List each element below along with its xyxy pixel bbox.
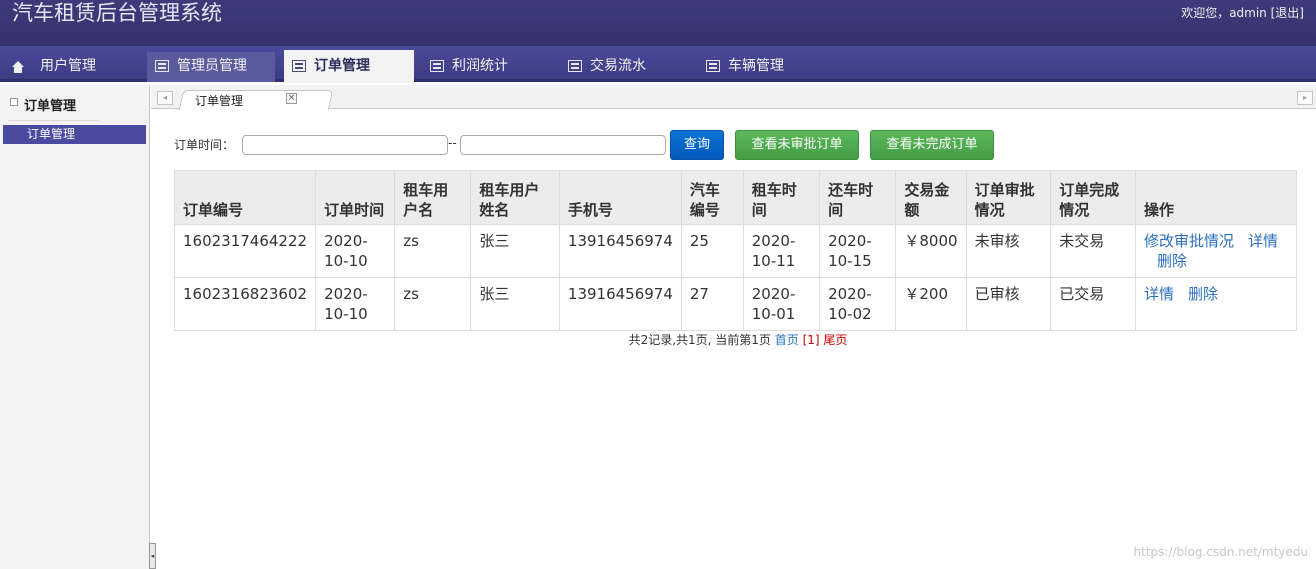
collapse-box-icon [10, 98, 18, 106]
nav-item-label: 车辆管理 [728, 58, 784, 74]
sidebar-title-label: 订单管理 [24, 99, 77, 114]
column-header: 租车用户名 [394, 170, 472, 225]
details-link[interactable]: 详情 [1144, 285, 1174, 303]
welcome-text: 欢迎您，admin [1181, 6, 1267, 20]
completion-cell: 已交易 [1050, 277, 1136, 331]
name-cell: 张三 [470, 277, 560, 331]
app-header: 汽车租赁后台管理系统 欢迎您，admin [退出] [0, 0, 1316, 46]
approval-cell: 已审核 [965, 277, 1052, 331]
list-icon [155, 60, 169, 72]
list-icon [706, 60, 720, 72]
first-page-link[interactable]: 首页 [775, 333, 799, 347]
main-nav: 用户管理 管理员管理 订单管理 利润统计 交易流水 车辆管理 [0, 46, 1316, 83]
last-page-link[interactable]: 尾页 [823, 333, 847, 347]
phone-cell: 13916456974 [558, 224, 682, 278]
tab-label: 订单管理 [195, 94, 244, 108]
column-header: 交易金额 [895, 170, 967, 225]
nav-item-label: 订单管理 [314, 58, 370, 74]
column-header: 订单编号 [173, 170, 317, 225]
nav-item-profit-stats[interactable]: 利润统计 [422, 52, 552, 82]
column-header: 租车用户姓名 [470, 170, 560, 225]
approval-cell: 未审核 [965, 224, 1052, 278]
current-page: [1] [802, 333, 820, 347]
order-time-cell: 2020-10-10 [315, 277, 396, 331]
list-icon [292, 60, 306, 72]
list-icon [568, 60, 582, 72]
rent-time-cell: 2020-10-01 [742, 277, 821, 331]
orders-table: 订单编号 订单时间 租车用户名 租车用户姓名 手机号 汽车编号 租车时间 还车时… [173, 170, 1298, 331]
sidebar-title[interactable]: 订单管理 [8, 95, 100, 121]
order-time-cell: 2020-10-10 [315, 224, 396, 278]
list-icon [430, 60, 444, 72]
edit-approval-link[interactable]: 修改审批情况 [1144, 232, 1234, 250]
nav-item-label: 管理员管理 [177, 58, 247, 74]
sidebar-item-label: 订单管理 [27, 127, 76, 141]
tab-scroll-right-icon[interactable]: ▸ [1297, 91, 1313, 105]
username-cell: zs [394, 277, 472, 331]
column-header: 操作 [1134, 170, 1298, 225]
order-time-label: 订单时间： [174, 138, 235, 152]
column-header: 订单完成情况 [1050, 170, 1136, 225]
view-unapproved-button[interactable]: 查看未审批订单 [735, 130, 859, 160]
home-icon [12, 61, 24, 73]
amount-cell: ￥200 [895, 277, 967, 331]
actions-cell: 修改审批情况 详情 删除 [1134, 224, 1298, 278]
app-title: 汽车租赁后台管理系统 [12, 1, 222, 25]
sidebar-collapse-handle[interactable]: ◂ [149, 543, 156, 569]
details-link[interactable]: 详情 [1248, 232, 1278, 250]
nav-item-transactions[interactable]: 交易流水 [560, 52, 690, 82]
query-button[interactable]: 查询 [670, 130, 724, 160]
table-row: 1602317464222 2020-10-10 zs 张三 139164569… [173, 224, 1298, 278]
column-header: 汽车编号 [680, 170, 744, 225]
content-tabstrip: ◂ 订单管理 × ▸ [151, 85, 1316, 110]
nav-item-vehicle-management[interactable]: 车辆管理 [698, 52, 828, 82]
pagination: 共2记录,共1页, 当前第1页 首页 [1] 尾页 [0, 331, 1316, 348]
date-separator: -- [448, 136, 457, 150]
delete-link[interactable]: 删除 [1188, 285, 1218, 303]
pagination-summary: 共2记录,共1页, 当前第1页 [628, 333, 771, 347]
order-no-cell: 1602317464222 [173, 224, 317, 278]
table-row: 1602316823602 2020-10-10 zs 张三 139164569… [173, 277, 1298, 331]
column-header: 手机号 [558, 170, 682, 225]
column-header: 订单时间 [315, 170, 396, 225]
actions-cell: 详情 删除 [1134, 277, 1298, 331]
nav-item-order-management[interactable]: 订单管理 [284, 50, 414, 83]
column-header: 租车时间 [742, 170, 821, 225]
end-date-input[interactable] [460, 135, 666, 155]
view-unfinished-button[interactable]: 查看未完成订单 [870, 130, 994, 160]
return-time-cell: 2020-10-02 [819, 277, 897, 331]
nav-item-label: 交易流水 [590, 58, 646, 74]
watermark: https://blog.csdn.net/mtyedu [1133, 545, 1308, 559]
car-no-cell: 27 [680, 277, 744, 331]
nav-item-user-management[interactable]: 用户管理 [0, 52, 140, 82]
sidebar-item-order-management[interactable]: 订单管理 [3, 125, 146, 144]
order-no-cell: 1602316823602 [173, 277, 317, 331]
amount-cell: ￥8000 [895, 224, 967, 278]
table-header-row: 订单编号 订单时间 租车用户名 租车用户姓名 手机号 汽车编号 租车时间 还车时… [173, 170, 1298, 225]
rent-time-cell: 2020-10-11 [742, 224, 821, 278]
username-cell: zs [394, 224, 472, 278]
nav-item-label: 利润统计 [452, 58, 508, 74]
car-no-cell: 25 [680, 224, 744, 278]
tab-close-icon[interactable]: × [286, 93, 297, 104]
nav-item-admin-management[interactable]: 管理员管理 [147, 52, 275, 82]
column-header: 还车时间 [819, 170, 897, 225]
name-cell: 张三 [470, 224, 560, 278]
completion-cell: 未交易 [1050, 224, 1136, 278]
column-header: 订单审批情况 [965, 170, 1052, 225]
sidebar: 订单管理 订单管理 [0, 85, 150, 569]
start-date-input[interactable] [242, 135, 448, 155]
logout-link[interactable]: [退出] [1271, 6, 1304, 20]
phone-cell: 13916456974 [558, 277, 682, 331]
tab-scroll-left-icon[interactable]: ◂ [157, 91, 173, 105]
nav-item-label: 用户管理 [40, 58, 96, 74]
welcome-area: 欢迎您，admin [退出] [1181, 4, 1304, 21]
return-time-cell: 2020-10-15 [819, 224, 897, 278]
delete-link[interactable]: 删除 [1157, 252, 1187, 270]
